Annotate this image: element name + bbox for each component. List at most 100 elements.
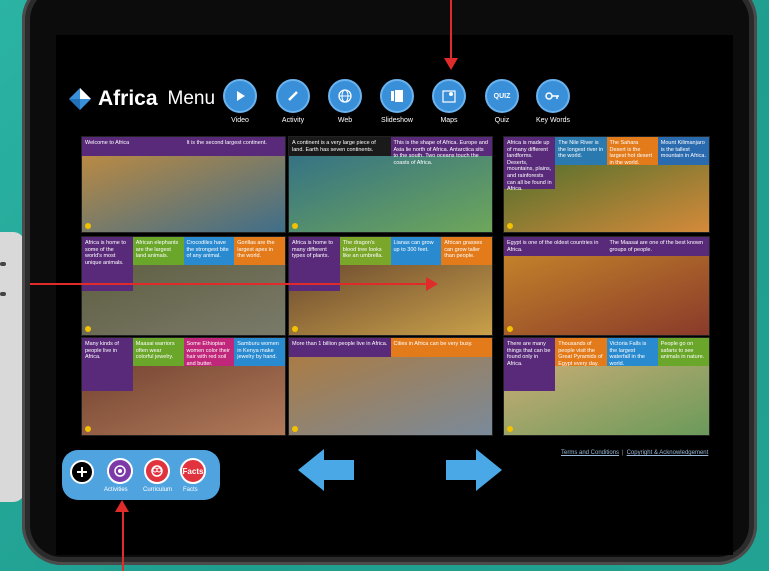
tile-caption-band: The Maasai are one of the best known gro… xyxy=(606,237,709,256)
tile-caption-band: Welcome to Africa xyxy=(82,137,184,156)
lesson-tile[interactable]: Africa is home to some of the world's mo… xyxy=(81,236,286,336)
lesson-tile[interactable]: Africa is made up of many different land… xyxy=(503,136,710,233)
nav-web-button[interactable]: Web xyxy=(320,79,370,124)
annotation-arrowhead-top xyxy=(444,58,458,70)
tile-caption-text: There are many things that can be found … xyxy=(507,341,551,367)
lesson-tile[interactable]: Africa is home to many different types o… xyxy=(288,236,493,336)
annotation-line-bottom xyxy=(122,512,124,571)
tile-number-badge xyxy=(85,223,91,229)
annotation-arrowhead-bottom xyxy=(115,500,129,512)
nav-label: Web xyxy=(337,117,353,124)
nav-video-button[interactable]: Video xyxy=(215,79,265,124)
nav-label: Maps xyxy=(440,117,458,124)
tile-caption-band: Victoria Falls is the largest waterfall … xyxy=(606,338,658,367)
tile-caption-text: More than 1 billion people live in Afric… xyxy=(292,341,388,347)
tile-caption-text: The Sahara Desert is the largest hot des… xyxy=(609,140,653,166)
tile-caption-text: African grasses can grow taller than peo… xyxy=(444,240,483,260)
tile-caption-band: Africa is made up of many different land… xyxy=(504,137,556,192)
footer-separator: | xyxy=(622,450,624,456)
tile-caption-band: Maasai warriors often wear colorful jewe… xyxy=(132,338,184,366)
tile-number-badge xyxy=(292,426,298,432)
tile-caption-band: Many kinds of people live in Africa. xyxy=(82,338,133,392)
side-device-slot xyxy=(0,292,6,296)
tile-caption-band: People go on safaris to see animals in n… xyxy=(657,338,709,366)
tile-caption-text: Africa is made up of many different land… xyxy=(507,140,552,193)
facts-button[interactable]: Facts xyxy=(180,458,206,484)
tile-caption-text: Samburu women in Kenya make jewelry by h… xyxy=(237,341,279,361)
tile-caption-text: Maasai warriors often wear colorful jewe… xyxy=(135,341,175,361)
tile-caption-band: Egypt is one of the oldest countries in … xyxy=(504,237,607,256)
curriculum-label: Curriculum xyxy=(143,487,173,493)
footer-links: Terms and Conditions | Copyright & Acknowl… xyxy=(561,450,708,456)
tile-number-badge xyxy=(507,426,513,432)
tile-caption-band: Gorillas are the largest apes in the wor… xyxy=(234,237,285,265)
tile-caption-text: Crocodiles have the strongest bite of an… xyxy=(186,240,229,260)
tile-caption-band: Samburu women in Kenya make jewelry by h… xyxy=(234,338,285,366)
tile-caption-band: The Nile River is the longest river in t… xyxy=(555,137,607,165)
tile-caption-text: A continent is a very large piece of lan… xyxy=(292,140,376,153)
facts-badge-text: Facts xyxy=(182,466,204,476)
tile-number-badge xyxy=(292,223,298,229)
tile-number-badge xyxy=(507,223,513,229)
previous-arrow-button[interactable] xyxy=(298,449,356,491)
tile-caption-band: Cities in Africa can be very busy. xyxy=(390,338,492,357)
lesson-tile[interactable]: More than 1 billion people live in Afric… xyxy=(288,337,493,436)
add-icon[interactable] xyxy=(70,460,94,484)
globe-icon xyxy=(328,79,362,113)
lesson-tile[interactable]: A continent is a very large piece of lan… xyxy=(288,136,493,233)
tile-caption-text: Many kinds of people live in Africa. xyxy=(85,341,119,361)
nav-activity-button[interactable]: Activity xyxy=(268,79,318,124)
play-icon xyxy=(223,79,257,113)
tile-caption-band: It is the second largest continent. xyxy=(183,137,285,156)
nav-label: Quiz xyxy=(494,117,510,124)
slides-icon xyxy=(380,79,414,113)
quiz-icon: QUIZ xyxy=(485,79,519,113)
nav-slideshow-button[interactable]: Slideshow xyxy=(372,79,422,124)
tile-caption-text: It is the second largest continent. xyxy=(186,140,267,146)
annotation-line-middle xyxy=(30,283,428,285)
tile-number-badge xyxy=(85,326,91,332)
curriculum-button[interactable] xyxy=(144,458,170,484)
lesson-tile[interactable]: Egypt is one of the oldest countries in … xyxy=(503,236,710,336)
activities-icon xyxy=(114,465,126,477)
lesson-tile[interactable]: Many kinds of people live in Africa. Maas… xyxy=(81,337,286,436)
tile-caption-text: Mount Kilimanjaro is the tallest mountai… xyxy=(660,140,706,160)
tile-caption-text: Africa is home to some of the world's mo… xyxy=(85,240,126,266)
nav-keywords-button[interactable]: Key Words xyxy=(528,79,578,124)
tile-caption-band: The dragon's blood tree looks like an um… xyxy=(339,237,391,265)
tile-caption-band: The Sahara Desert is the largest hot des… xyxy=(606,137,658,166)
nav-label: Slideshow xyxy=(381,117,413,124)
nav-maps-button[interactable]: Maps xyxy=(424,79,474,124)
next-arrow-button[interactable] xyxy=(444,449,502,491)
terms-link[interactable]: Terms and Conditions xyxy=(561,450,619,456)
tile-caption-text: Gorillas are the largest apes in the wor… xyxy=(237,240,275,260)
tile-caption-text: The dragon's blood tree looks like an um… xyxy=(342,240,383,260)
copyright-link[interactable]: Copyright & Acknowledgement xyxy=(627,450,709,456)
tile-caption-text: This is the shape of Africa. Europe and … xyxy=(393,140,488,166)
key-icon xyxy=(536,79,570,113)
nav-label: Activity xyxy=(281,117,305,124)
quiz-badge-text: QUIZ xyxy=(493,92,511,100)
map-pin-icon xyxy=(432,79,466,113)
lesson-tile[interactable]: There are many things that can be found … xyxy=(503,337,710,436)
activities-button[interactable] xyxy=(107,458,133,484)
tile-caption-band: Lianas can grow up to 300 feet. xyxy=(390,237,442,265)
tile-caption-text: African elephants are the largest land a… xyxy=(135,240,179,260)
lesson-tile[interactable]: Welcome to Africa It is the second larges… xyxy=(81,136,286,233)
tile-caption-text: Egypt is one of the oldest countries in … xyxy=(507,240,599,253)
tile-caption-band: A continent is a very large piece of lan… xyxy=(289,137,391,156)
tile-caption-text: Cities in Africa can be very busy. xyxy=(393,341,473,347)
app-brand[interactable]: Africa Menu xyxy=(68,87,215,111)
tile-caption-text: Welcome to Africa xyxy=(85,140,130,146)
tile-caption-text: People go on safaris to see animals in n… xyxy=(660,341,705,361)
tile-caption-band: Mount Kilimanjaro is the tallest mountai… xyxy=(657,137,709,165)
nav-label: Video xyxy=(231,117,249,124)
tile-number-badge xyxy=(292,326,298,332)
tile-caption-text: Victoria Falls is the largest waterfall … xyxy=(609,341,647,367)
tile-caption-text: The Nile River is the longest river in t… xyxy=(558,140,604,160)
tile-caption-band: Some Ethiopian women color their hair wi… xyxy=(183,338,235,367)
tile-caption-band: This is the shape of Africa. Europe and … xyxy=(390,137,492,166)
tile-number-badge xyxy=(507,326,513,332)
tile-caption-text: Thousands of people visit the Great Pyra… xyxy=(558,341,603,367)
nav-quiz-button[interactable]: QUIZ Quiz xyxy=(477,79,527,124)
